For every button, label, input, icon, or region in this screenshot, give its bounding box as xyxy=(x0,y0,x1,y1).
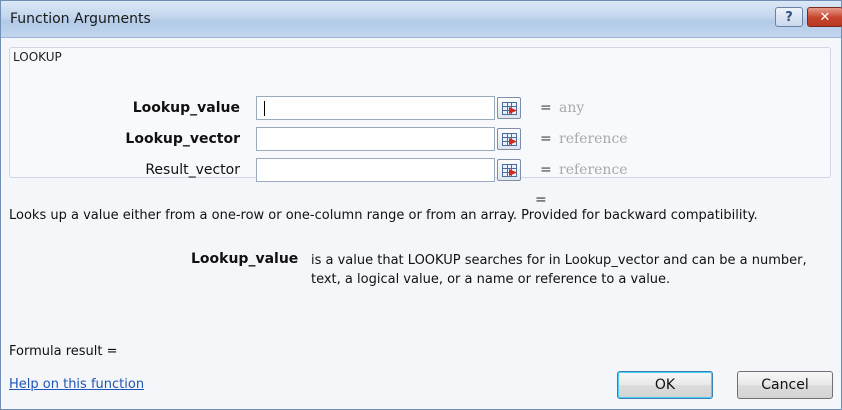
dialog-body: LOOKUP Lookup_value = any Lookup_vector … xyxy=(1,38,841,409)
lookup-vector-input[interactable] xyxy=(256,127,495,151)
argument-help-name: Lookup_value xyxy=(191,251,299,267)
function-result-equals: = xyxy=(535,192,547,208)
lookup-value-input[interactable] xyxy=(256,96,495,120)
question-icon: ? xyxy=(785,9,793,25)
cancel-button[interactable]: Cancel xyxy=(737,371,833,399)
result-vector-label: Result_vector xyxy=(145,162,240,178)
dialog-title: Function Arguments xyxy=(10,11,151,27)
result-vector-input[interactable] xyxy=(256,158,495,182)
lookup-vector-label: Lookup_vector xyxy=(125,131,240,147)
lookup-value-label: Lookup_value xyxy=(132,100,240,116)
lookup-vector-collapse-button[interactable] xyxy=(497,128,521,150)
title-bar: Function Arguments ? ✕ xyxy=(1,1,842,38)
result-vector-type: reference xyxy=(559,162,628,178)
arguments-group: LOOKUP Lookup_value = any Lookup_vector … xyxy=(9,47,831,182)
result-vector-collapse-button[interactable] xyxy=(497,159,521,181)
text-caret xyxy=(264,101,265,116)
function-arguments-dialog: Function Arguments ? ✕ LOOKUP Lookup_val… xyxy=(0,0,842,410)
lookup-value-equals: = xyxy=(540,100,552,116)
function-name: LOOKUP xyxy=(13,50,62,64)
argument-help-text: is a value that LOOKUP searches for in L… xyxy=(311,253,807,287)
function-description: Looks up a value either from a one-row o… xyxy=(9,208,758,223)
help-button[interactable]: ? xyxy=(775,7,803,27)
formula-result: Formula result = xyxy=(9,344,118,359)
close-button[interactable]: ✕ xyxy=(807,7,842,27)
lookup-vector-equals: = xyxy=(540,131,552,147)
lookup-value-type: any xyxy=(559,100,585,116)
lookup-value-collapse-button[interactable] xyxy=(497,97,521,119)
lookup-vector-type: reference xyxy=(559,131,628,147)
help-on-function-link[interactable]: Help on this function xyxy=(9,377,144,392)
ok-button[interactable]: OK xyxy=(617,371,713,399)
close-icon: ✕ xyxy=(819,9,831,25)
result-vector-equals: = xyxy=(540,162,552,178)
